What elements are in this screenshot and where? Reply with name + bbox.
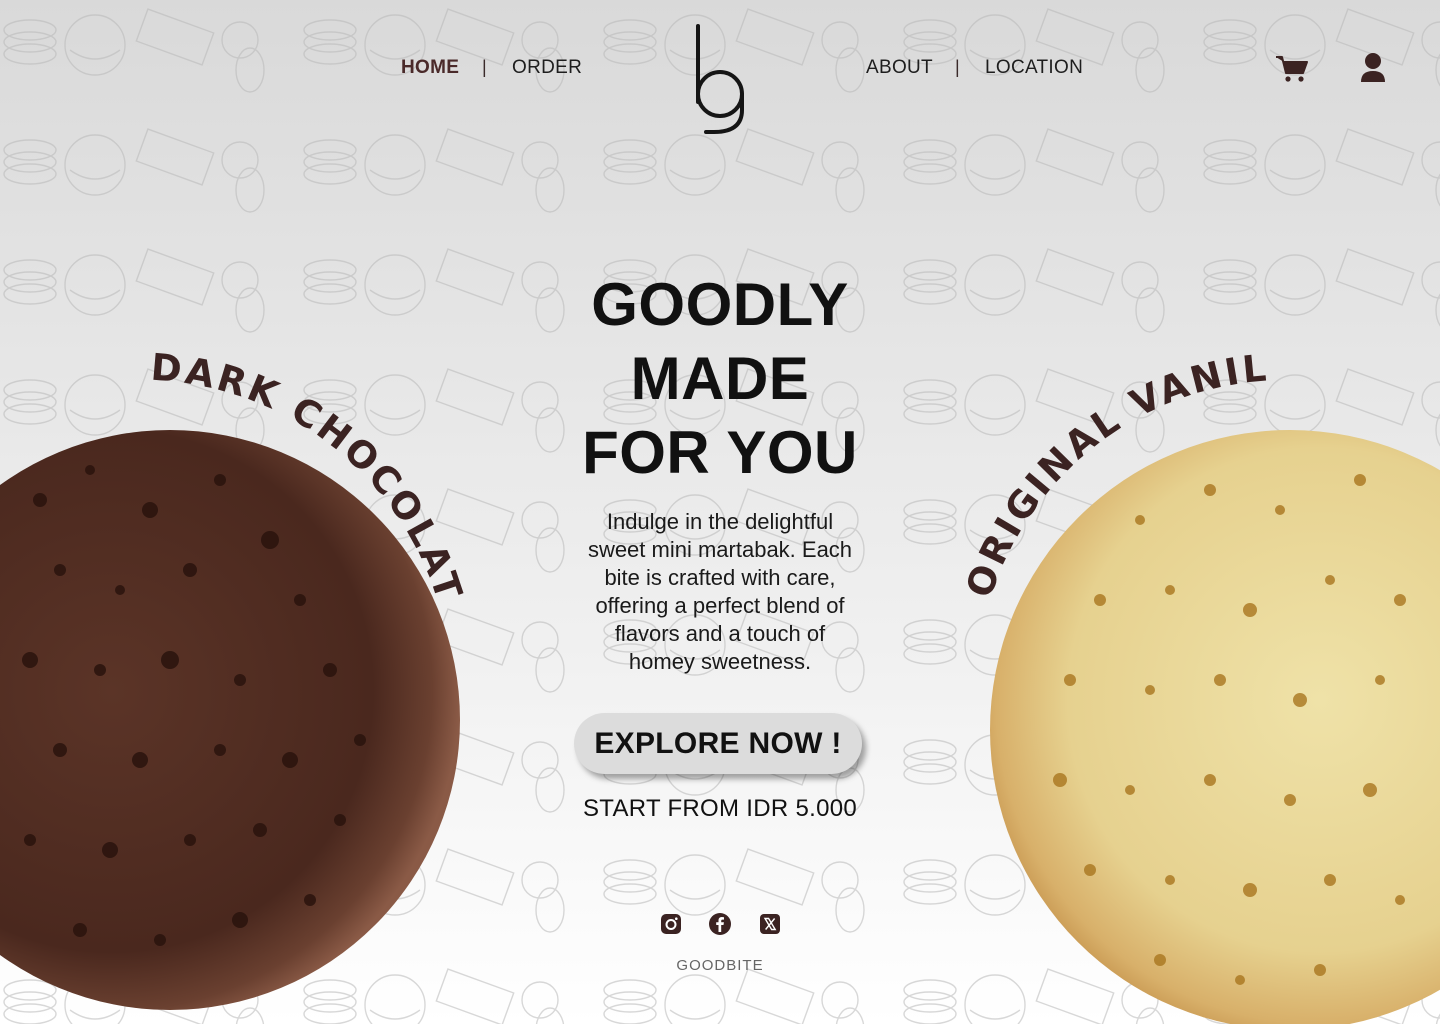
nav-location[interactable]: LOCATION (985, 57, 1083, 79)
facebook-icon[interactable] (708, 912, 732, 936)
description-line: homey sweetness. (628, 649, 812, 674)
description-line: sweet mini martabak. Each (587, 537, 853, 562)
hero-headline: GOODLY MADE FOR YOU (520, 268, 920, 490)
cart-icon[interactable] (1275, 54, 1309, 84)
description-line: flavors and a touch of (614, 621, 826, 646)
brand-logo[interactable] (688, 22, 752, 138)
original-vanilla-product: ORIGINAL VANILLA (960, 340, 1440, 1024)
footer-brand: GOODBITE (676, 957, 764, 974)
nav-order[interactable]: ORDER (512, 57, 582, 79)
headline-line: MADE (630, 345, 810, 412)
user-icon[interactable] (1359, 52, 1387, 84)
price-text: START FROM IDR 5.000 (582, 795, 858, 822)
description-line: Indulge in the delightful (606, 509, 834, 534)
explore-now-button[interactable]: EXPLORE NOW ! (574, 713, 862, 774)
description-line: bite is crafted with care, (604, 565, 836, 590)
dark-chocolate-product: DARK CHOCOLATE (0, 340, 468, 1010)
headline-line: FOR YOU (582, 419, 858, 486)
description-line: offering a perfect blend of (595, 593, 845, 618)
vanilla-martabak-image (990, 430, 1440, 1024)
x-icon[interactable] (758, 912, 782, 936)
instagram-icon[interactable] (659, 912, 683, 936)
nav-about[interactable]: ABOUT (866, 57, 933, 79)
nav-home[interactable]: HOME (401, 57, 459, 79)
headline-line: GOODLY (591, 271, 849, 338)
hero-description: Indulge in the delightful sweet mini mar… (560, 508, 880, 676)
nav-separator: | (955, 57, 960, 77)
nav-separator: | (482, 57, 487, 77)
